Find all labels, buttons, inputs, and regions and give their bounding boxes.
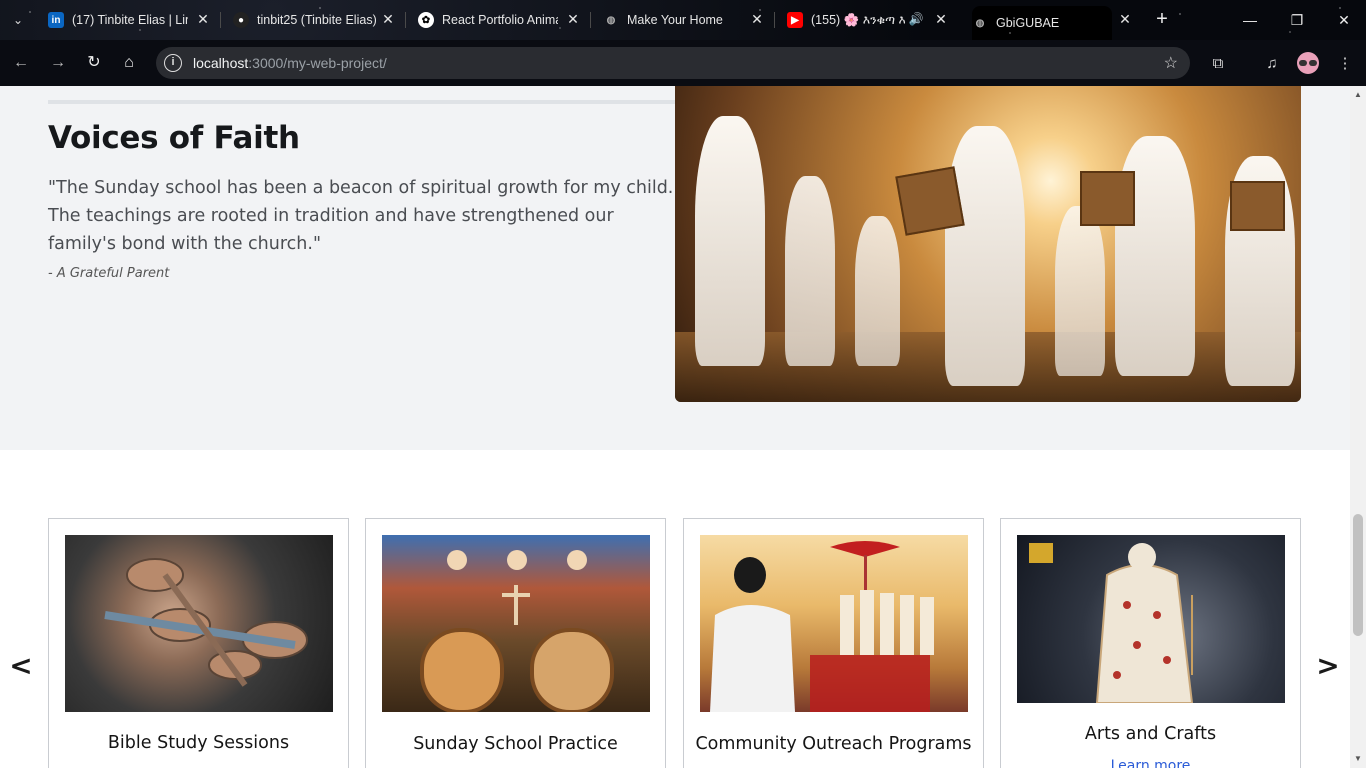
testimonial-quote: "The Sunday school has been a beacon of … xyxy=(48,178,674,254)
tab-github[interactable]: ● tinbit25 (Tinbite Elias) xyxy=(233,6,378,34)
carousel-card[interactable]: Sunday School Practice xyxy=(365,518,666,768)
tab-title: GbiGUBAE xyxy=(996,16,1060,30)
address-url: localhost:3000/my-web-project/ xyxy=(193,55,387,71)
globe-icon: ◍ xyxy=(606,14,616,26)
learn-more-link[interactable]: Learn more xyxy=(1001,758,1300,768)
carousel-card[interactable]: Arts and Crafts Learn more xyxy=(1000,518,1301,768)
card-title: Sunday School Practice xyxy=(413,734,618,754)
voices-of-faith-section: Voices of Faith "The Sunday school has b… xyxy=(0,86,1350,450)
site-info-icon[interactable]: i xyxy=(164,54,182,72)
scroll-down-icon[interactable]: ▼ xyxy=(1353,754,1363,764)
photo-figure xyxy=(695,116,765,366)
tab-divider xyxy=(220,12,221,28)
testimonial-author: - A Grateful Parent xyxy=(48,266,170,281)
tab-make-your-home[interactable]: ◍ Make Your Home xyxy=(603,6,748,34)
tab-divider xyxy=(590,12,591,28)
card-image xyxy=(1017,535,1285,703)
photo-figure xyxy=(1055,206,1105,376)
page-viewport: Voices of Faith "The Sunday school has b… xyxy=(0,86,1350,768)
menu-kebab-icon[interactable]: ⋮ xyxy=(1334,53,1356,75)
priest-vestments-image xyxy=(1029,543,1194,703)
photo-figure xyxy=(855,216,900,366)
address-bar[interactable]: i localhost:3000/my-web-project/ ☆ xyxy=(156,47,1190,79)
section-divider xyxy=(48,100,678,104)
reload-icon[interactable]: ↻ xyxy=(83,52,105,74)
browser-tab-strip: ⌄ in (17) Tinbite Elias | LinkedIn ✕ ● t… xyxy=(0,0,1366,40)
tab-youtube[interactable]: ▶ (155) 🌸 እንቁጣ እ... xyxy=(787,6,905,34)
url-host: localhost xyxy=(193,55,249,71)
cross-image xyxy=(104,558,308,687)
card-title: Community Outreach Programs xyxy=(695,734,972,754)
scroll-up-icon[interactable]: ▲ xyxy=(1353,90,1363,100)
church-interior-image xyxy=(710,541,934,712)
scrollbar-thumb[interactable] xyxy=(1353,514,1363,636)
church-doors-image xyxy=(420,550,614,712)
photo-figure xyxy=(945,126,1025,386)
profile-avatar[interactable] xyxy=(1297,52,1319,74)
restore-icon[interactable]: ❐ xyxy=(1285,8,1309,32)
close-icon[interactable]: ✕ xyxy=(932,10,950,28)
card-image xyxy=(65,535,333,712)
page-scrollbar[interactable]: ▲ ▼ xyxy=(1350,86,1366,768)
card-image xyxy=(382,535,650,712)
url-path: :3000/my-web-project/ xyxy=(248,55,387,71)
globe-icon: ◍ xyxy=(975,17,985,29)
openai-icon: ✿ xyxy=(418,12,434,28)
tab-gbigubae-active[interactable]: ◍ GbiGUBAE xyxy=(972,6,1112,40)
minimize-icon[interactable]: — xyxy=(1238,8,1262,32)
tab-title: (17) Tinbite Elias | LinkedIn xyxy=(72,13,188,27)
media-controls-icon[interactable]: ♫ xyxy=(1261,53,1283,75)
close-icon[interactable]: ✕ xyxy=(748,10,766,28)
audio-playing-icon[interactable]: 🔊 xyxy=(907,10,925,28)
home-icon[interactable]: ⌂ xyxy=(118,52,140,74)
photo-figure xyxy=(785,176,835,366)
tab-title: (155) 🌸 እንቁጣ እ... xyxy=(811,12,905,27)
card-image xyxy=(700,535,968,712)
tab-react-portfolio[interactable]: ✿ React Portfolio Animation xyxy=(418,6,558,34)
tab-title: Make Your Home xyxy=(627,13,723,27)
photo-drum xyxy=(1230,181,1285,231)
new-tab-button[interactable]: + xyxy=(1151,8,1173,30)
photo-drum xyxy=(895,166,965,236)
linkedin-icon: in xyxy=(48,12,64,28)
photo-drum xyxy=(1080,171,1135,226)
close-icon[interactable]: ✕ xyxy=(379,10,397,28)
window-close-icon[interactable]: ✕ xyxy=(1332,8,1356,32)
tab-divider xyxy=(405,12,406,28)
back-arrow-icon[interactable]: ← xyxy=(10,52,32,74)
procession-photo xyxy=(675,86,1301,402)
carousel-card[interactable]: Bible Study Sessions xyxy=(48,518,349,768)
close-icon[interactable]: ✕ xyxy=(194,10,212,28)
youtube-icon: ▶ xyxy=(787,12,803,28)
tab-divider xyxy=(774,12,775,28)
tab-title: React Portfolio Animation xyxy=(442,13,558,27)
tab-linkedin[interactable]: in (17) Tinbite Elias | LinkedIn xyxy=(48,6,188,34)
bookmark-star-icon[interactable]: ☆ xyxy=(1164,53,1178,73)
github-icon: ● xyxy=(233,12,249,28)
extensions-puzzle-icon[interactable]: ⧉ xyxy=(1207,53,1229,75)
forward-arrow-icon[interactable]: → xyxy=(47,52,69,74)
carousel-next-button[interactable]: > xyxy=(1313,646,1343,686)
tab-title: tinbit25 (Tinbite Elias) xyxy=(257,13,377,27)
card-title: Arts and Crafts xyxy=(1084,724,1217,744)
close-icon[interactable]: ✕ xyxy=(564,10,582,28)
carousel-card[interactable]: Community Outreach Programs xyxy=(683,518,984,768)
close-icon[interactable]: ✕ xyxy=(1116,10,1134,28)
carousel-prev-button[interactable]: < xyxy=(6,646,36,686)
tab-search-chevron-icon[interactable]: ⌄ xyxy=(8,10,28,30)
section-heading: Voices of Faith xyxy=(48,120,300,156)
card-title: Bible Study Sessions xyxy=(107,733,290,753)
